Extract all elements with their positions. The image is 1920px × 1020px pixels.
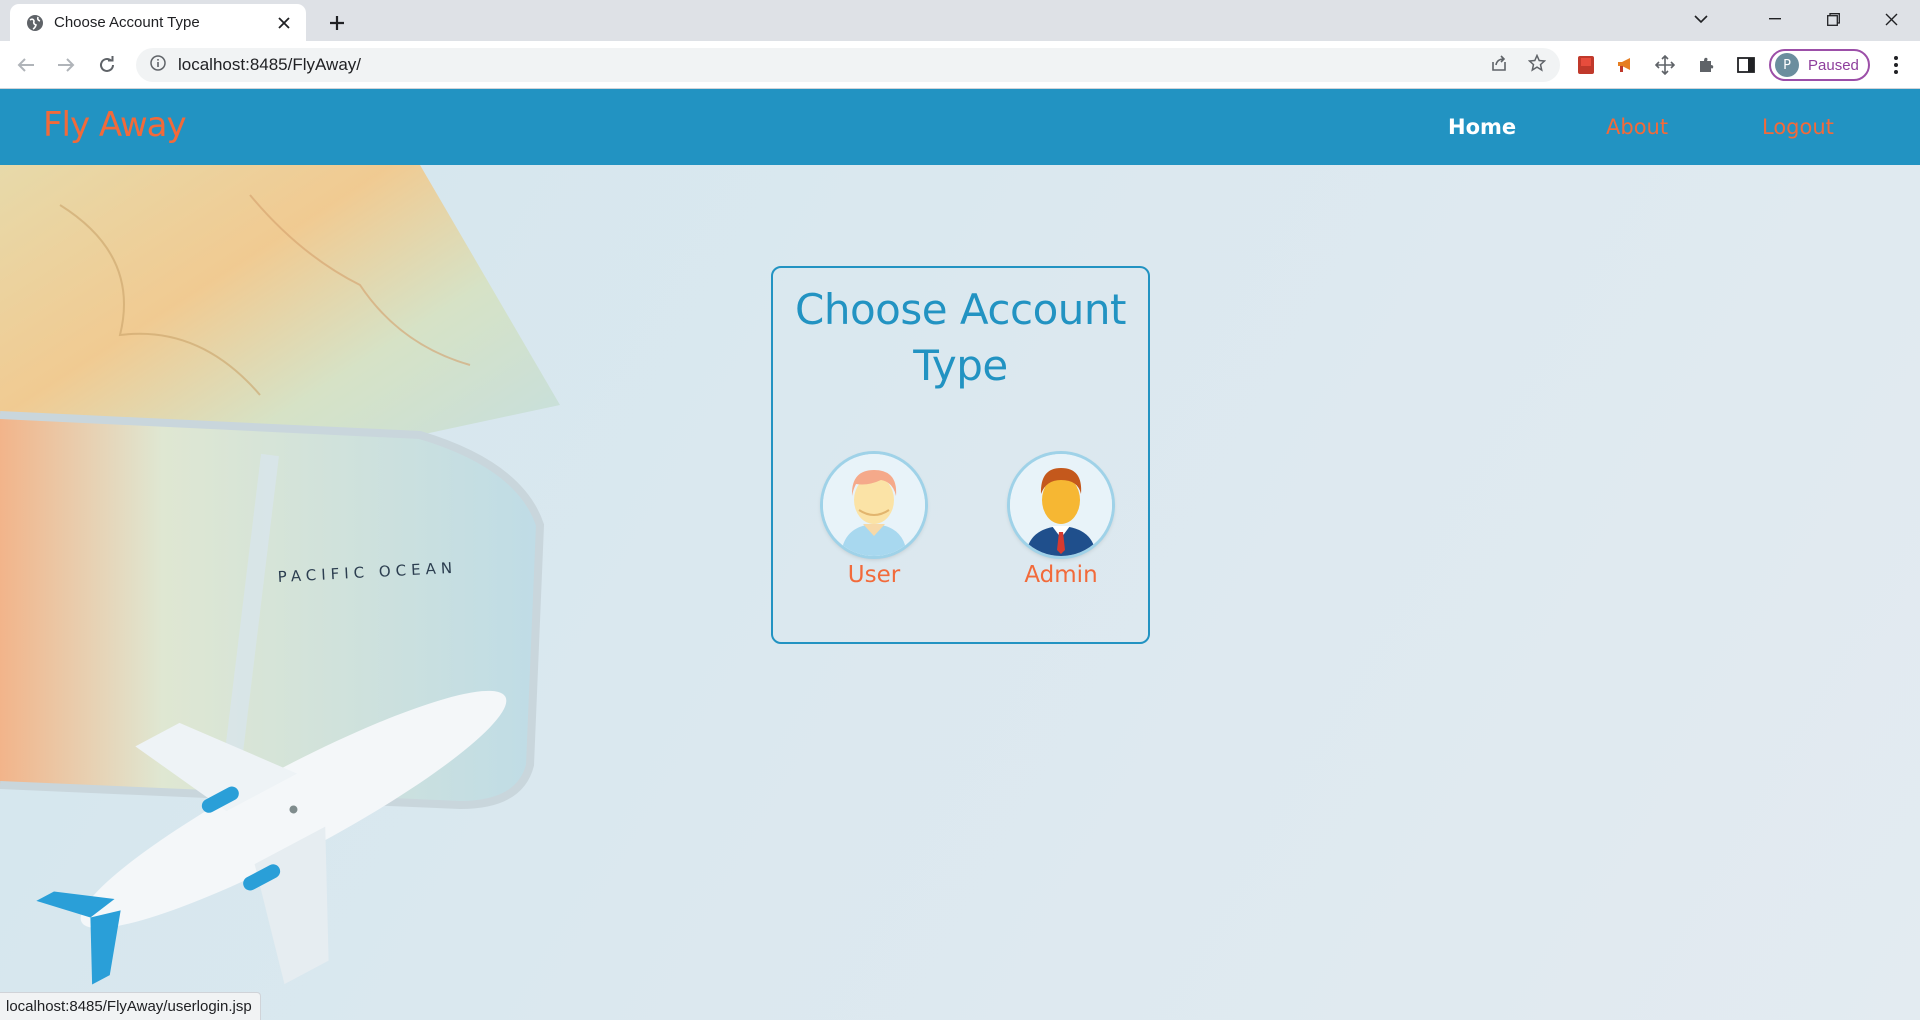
bookmark-extension-icon[interactable] (1574, 53, 1598, 77)
nav-home-link[interactable]: Home (1448, 115, 1516, 139)
browser-tab[interactable]: Choose Account Type (10, 4, 306, 41)
restore-button[interactable] (1804, 0, 1862, 38)
user-account-option[interactable]: User (822, 454, 926, 588)
profile-avatar: P (1775, 53, 1799, 77)
url-text[interactable]: localhost:8485/FlyAway/ (178, 55, 1490, 75)
reload-icon[interactable] (91, 49, 123, 81)
user-avatar-icon[interactable] (823, 454, 925, 556)
globe-icon (26, 14, 44, 32)
more-menu-icon[interactable] (1884, 53, 1908, 77)
window-controls (1694, 0, 1920, 38)
admin-option-label[interactable]: Admin (1009, 562, 1113, 588)
admin-avatar-icon[interactable] (1010, 454, 1112, 556)
new-tab-button[interactable] (320, 6, 354, 40)
share-icon[interactable] (1490, 54, 1508, 76)
megaphone-extension-icon[interactable] (1614, 53, 1638, 77)
chevron-down-icon[interactable] (1678, 0, 1724, 38)
site-logo[interactable]: Fly Away (43, 105, 187, 145)
site-info-icon[interactable] (150, 55, 166, 75)
site-header: Fly Away Home About Logout (0, 89, 1920, 165)
card-title: Choose Account Type (795, 285, 1127, 390)
nav-logout-link[interactable]: Logout (1762, 115, 1834, 139)
browser-toolbar: localhost:8485/FlyAway/ P Paused (0, 41, 1920, 89)
tab-title: Choose Account Type (54, 14, 200, 31)
profile-button[interactable]: P Paused (1769, 49, 1870, 81)
close-tab-icon[interactable] (274, 13, 294, 33)
close-window-button[interactable] (1862, 0, 1920, 38)
nav-about-link[interactable]: About (1606, 115, 1668, 139)
back-arrow-icon[interactable] (10, 49, 42, 81)
user-option-label[interactable]: User (822, 562, 926, 588)
admin-account-option[interactable]: Admin (1009, 454, 1113, 588)
travel-background-image: PACIFIC OCEAN (0, 165, 560, 985)
link-status-bar: localhost:8485/FlyAway/userlogin.jsp (0, 992, 261, 1020)
puzzle-extensions-icon[interactable] (1694, 53, 1718, 77)
side-panel-icon[interactable] (1734, 53, 1758, 77)
account-type-card: Choose Account Type User Admin (771, 266, 1150, 644)
forward-arrow-icon[interactable] (50, 49, 82, 81)
minimize-button[interactable] (1746, 0, 1804, 38)
profile-status: Paused (1808, 56, 1859, 74)
page-viewport: PACIFIC OCEAN Fly Away Home About Logout… (0, 89, 1920, 1020)
move-extension-icon[interactable] (1653, 53, 1677, 77)
bookmark-star-icon[interactable] (1527, 53, 1547, 76)
address-bar[interactable]: localhost:8485/FlyAway/ (136, 48, 1560, 82)
browser-tab-strip: Choose Account Type (0, 0, 1920, 41)
